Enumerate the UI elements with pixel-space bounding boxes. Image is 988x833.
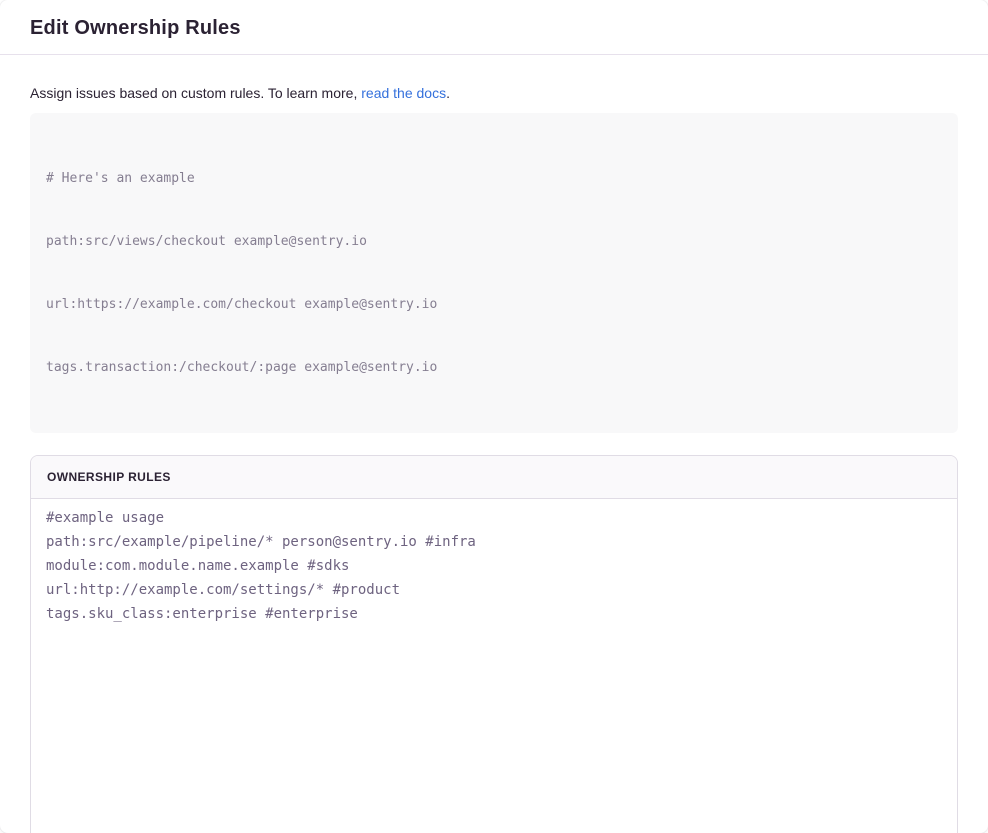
description-before-link: Assign issues based on custom rules. To … — [30, 85, 361, 101]
example-rule-line: path:src/views/checkout example@sentry.i… — [46, 231, 942, 252]
modal-header: Edit Ownership Rules — [0, 0, 988, 55]
description-after-link: . — [446, 85, 450, 101]
example-rule-line: tags.transaction:/checkout/:page example… — [46, 357, 942, 378]
ownership-rules-panel-header: OWNERSHIP RULES — [31, 456, 957, 499]
description-text: Assign issues based on custom rules. To … — [30, 83, 958, 103]
example-rules-block: # Here's an example path:src/views/check… — [30, 113, 958, 433]
example-rule-line: # Here's an example — [46, 168, 942, 189]
page-title: Edit Ownership Rules — [30, 17, 958, 40]
read-the-docs-link[interactable]: read the docs — [361, 85, 446, 101]
ownership-rules-textarea[interactable]: #example usage path:src/example/pipeline… — [31, 499, 957, 833]
edit-ownership-rules-modal: Edit Ownership Rules Assign issues based… — [0, 0, 988, 833]
example-rule-line: url:https://example.com/checkout example… — [46, 294, 942, 315]
ownership-rules-panel: OWNERSHIP RULES #example usage path:src/… — [30, 455, 958, 833]
modal-body: Assign issues based on custom rules. To … — [0, 55, 988, 833]
